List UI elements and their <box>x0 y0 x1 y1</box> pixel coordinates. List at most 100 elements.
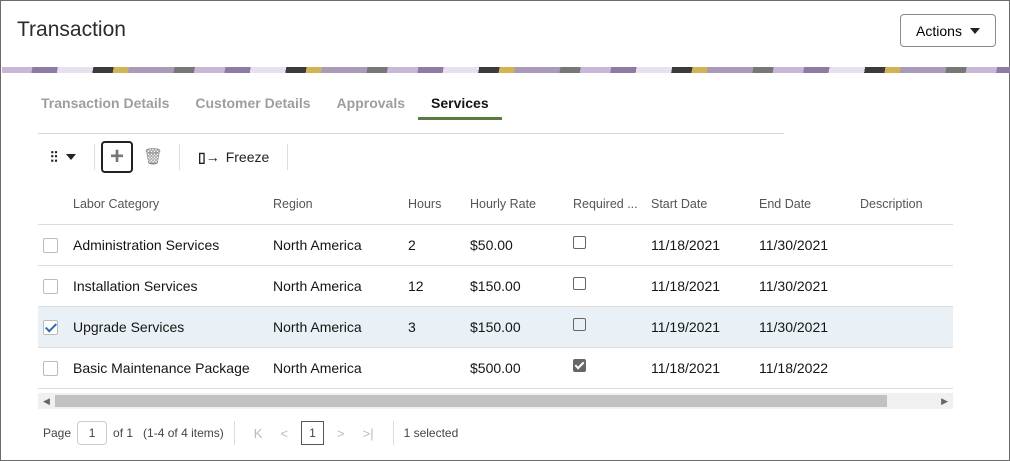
tab-transaction-details[interactable]: Transaction Details <box>41 95 169 120</box>
hours-cell <box>408 347 470 389</box>
column-header[interactable]: Required ... <box>573 184 651 225</box>
column-header[interactable]: Description <box>860 184 953 225</box>
hours-cell: 12 <box>408 265 470 307</box>
column-header[interactable]: Hourly Rate <box>470 184 573 225</box>
pagination: Page 1 of 1 (1-4 of 4 items) K < 1 > >| … <box>43 421 458 445</box>
labor-cell: Basic Maintenance Package <box>73 347 273 389</box>
selection-count: 1 selected <box>403 426 459 440</box>
region-cell: North America <box>273 224 408 266</box>
table-row[interactable]: Upgrade Services North America 3 $150.00… <box>38 306 953 348</box>
separator <box>287 144 289 170</box>
next-page-icon[interactable]: > <box>337 426 345 441</box>
scrollbar-thumb[interactable] <box>55 395 887 407</box>
separator <box>94 144 95 170</box>
services-table: Labor Category Region Hours Hourly Rate … <box>38 184 953 389</box>
columns-menu-button[interactable]: ⫶⫶ <box>38 141 88 173</box>
rate-cell: $150.00 <box>470 306 573 348</box>
required-checkbox[interactable] <box>573 236 586 250</box>
hours-cell: 2 <box>408 224 470 266</box>
separator <box>233 421 235 445</box>
sliders-icon: ⫶⫶ <box>50 148 58 166</box>
row-select-checkbox[interactable] <box>43 319 58 335</box>
description-cell <box>860 265 953 307</box>
row-select-checkbox[interactable] <box>43 278 58 294</box>
window: Transaction Actions Transaction Details … <box>0 0 1010 461</box>
select-cell <box>38 265 73 307</box>
freeze-icon: ▯→ <box>198 148 220 165</box>
current-page-button[interactable]: 1 <box>301 421 325 445</box>
description-cell <box>860 347 953 389</box>
scroll-right-icon[interactable]: ▶ <box>941 396 948 407</box>
tab-approvals[interactable]: Approvals <box>337 95 405 120</box>
table-header-row: Labor Category Region Hours Hourly Rate … <box>38 184 953 225</box>
region-cell: North America <box>273 347 408 389</box>
add-button[interactable]: + <box>101 141 133 173</box>
page-count: of 1 <box>113 426 134 440</box>
first-page-icon[interactable]: K <box>254 426 263 441</box>
last-page-icon[interactable]: >| <box>363 426 374 441</box>
table-row[interactable]: Installation Services North America 12 $… <box>38 265 953 307</box>
select-cell <box>38 224 73 266</box>
tab-bar: Transaction Details Customer Details App… <box>41 95 528 120</box>
labor-cell: Upgrade Services <box>73 306 273 348</box>
prev-page-icon[interactable]: < <box>280 426 288 441</box>
select-header <box>38 184 73 225</box>
labor-cell: Administration Services <box>73 224 273 266</box>
rate-cell: $50.00 <box>470 224 573 266</box>
caret-down-icon <box>969 27 980 34</box>
rate-cell: $150.00 <box>470 265 573 307</box>
start-date-cell: 11/18/2021 <box>651 224 759 266</box>
page-label: Page <box>43 426 72 440</box>
tab-services[interactable]: Services <box>418 95 502 120</box>
select-cell <box>38 306 73 348</box>
scroll-left-icon[interactable]: ◀ <box>43 396 50 407</box>
row-select-checkbox[interactable] <box>43 360 58 376</box>
table-row[interactable]: Basic Maintenance Package North America … <box>38 347 953 389</box>
column-header[interactable]: Start Date <box>651 184 759 225</box>
required-cell <box>573 306 651 348</box>
labor-cell: Installation Services <box>73 265 273 307</box>
toolbar: ⫶⫶ + 🗑 ▯→ Freeze <box>38 141 294 173</box>
items-range: (1-4 of 4 items) <box>143 426 224 440</box>
tab-customer-details[interactable]: Customer Details <box>195 95 310 120</box>
row-select-checkbox[interactable] <box>43 237 58 253</box>
freeze-button[interactable]: ▯→ Freeze <box>186 141 281 173</box>
required-cell <box>573 224 651 266</box>
table-row[interactable]: Administration Services North America 2 … <box>38 224 953 266</box>
end-date-cell: 11/30/2021 <box>759 265 860 307</box>
column-header[interactable]: Labor Category <box>73 184 273 225</box>
separator <box>392 421 394 445</box>
trash-icon: 🗑 <box>142 149 164 166</box>
required-cell <box>573 347 651 389</box>
description-cell <box>860 224 953 266</box>
select-cell <box>38 347 73 389</box>
column-header[interactable]: Region <box>273 184 408 225</box>
page-input[interactable]: 1 <box>77 421 108 445</box>
column-header[interactable]: End Date <box>759 184 860 225</box>
end-date-cell: 11/30/2021 <box>759 224 860 266</box>
column-header[interactable]: Hours <box>408 184 470 225</box>
decorative-banner <box>2 67 1010 73</box>
page-title: Transaction <box>17 18 126 41</box>
start-date-cell: 11/18/2021 <box>651 347 759 389</box>
region-cell: North America <box>273 265 408 307</box>
start-date-cell: 11/19/2021 <box>651 306 759 348</box>
required-checkbox[interactable] <box>573 318 586 332</box>
horizontal-scrollbar[interactable]: ◀ ▶ <box>38 393 953 409</box>
rate-cell: $500.00 <box>470 347 573 389</box>
delete-button[interactable]: 🗑 <box>133 141 173 173</box>
actions-button[interactable]: Actions <box>900 14 996 47</box>
end-date-cell: 11/30/2021 <box>759 306 860 348</box>
freeze-label: Freeze <box>225 149 270 165</box>
required-checkbox[interactable] <box>573 359 586 373</box>
plus-icon: + <box>109 143 124 170</box>
required-checkbox[interactable] <box>573 277 586 291</box>
separator <box>179 144 180 170</box>
end-date-cell: 11/18/2022 <box>759 347 860 389</box>
caret-down-icon <box>65 154 76 160</box>
start-date-cell: 11/18/2021 <box>651 265 759 307</box>
actions-label: Actions <box>916 22 962 39</box>
region-cell: North America <box>273 306 408 348</box>
required-cell <box>573 265 651 307</box>
hours-cell: 3 <box>408 306 470 348</box>
